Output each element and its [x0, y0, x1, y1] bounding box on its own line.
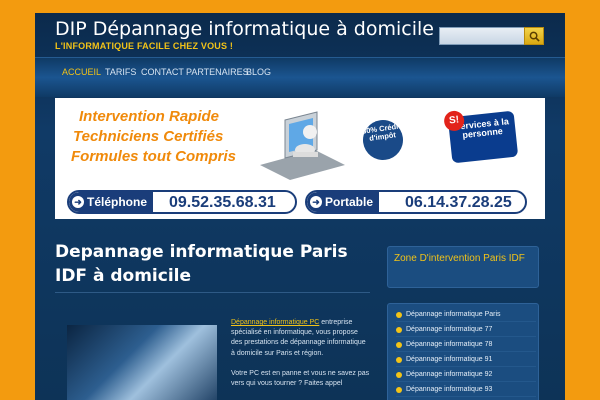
- intro-paragraph-2: Votre PC est en panne et vous ne savez p…: [231, 369, 370, 388]
- phone-label: ➜ Téléphone: [69, 192, 154, 212]
- computer-photo: [67, 325, 217, 400]
- sidebar-item-93[interactable]: Dépannage informatique 93: [396, 383, 536, 397]
- nav-item-partenaires[interactable]: PARTENAIRES: [186, 67, 249, 77]
- promo-banner[interactable]: Intervention Rapide Techniciens Certifié…: [55, 98, 545, 219]
- search-input[interactable]: [439, 27, 525, 45]
- bullet-icon: [396, 342, 402, 348]
- mobile-number: 06.14.37.28.25: [405, 194, 512, 211]
- bullet-icon: [396, 312, 402, 318]
- main-nav: ACCUEIL TARIFS CONTACT PARTENAIRES BLOG: [35, 57, 565, 97]
- sidebar-item-paris[interactable]: Dépannage informatique Paris: [396, 308, 536, 322]
- search-icon: [529, 31, 540, 42]
- bullet-icon: [396, 327, 402, 333]
- bullet-icon: [396, 357, 402, 363]
- page-container: DIP Dépannage informatique à domicile L'…: [35, 13, 565, 400]
- tax-credit-badge: 50% Crédit d'impôt: [360, 117, 406, 163]
- arrow-icon: ➜: [72, 196, 84, 208]
- sidebar-item-78[interactable]: Dépannage informatique 78: [396, 338, 536, 352]
- nav-item-blog[interactable]: BLOG: [246, 67, 271, 77]
- banner-line-3: Formules tout Compris: [71, 148, 237, 165]
- site-tagline: L'INFORMATIQUE FACILE CHEZ VOUS !: [55, 41, 234, 51]
- phone-number: 09.52.35.68.31: [169, 194, 276, 211]
- sidebar-link-list: Dépannage informatique Paris Dépannage i…: [387, 303, 539, 400]
- mobile-strip[interactable]: ➜ Portable 06.14.37.28.25: [305, 190, 527, 214]
- sidebar-item-77[interactable]: Dépannage informatique 77: [396, 323, 536, 337]
- nav-item-accueil[interactable]: ACCUEIL: [62, 67, 101, 77]
- bullet-icon: [396, 387, 402, 393]
- banner-line-1: Intervention Rapide: [79, 108, 220, 125]
- sidebar-item-91[interactable]: Dépannage informatique 91: [396, 353, 536, 367]
- bullet-icon: [396, 372, 402, 378]
- banner-line-2: Techniciens Certifiés: [73, 128, 224, 145]
- laptop-mascot-illustration: [260, 111, 345, 180]
- nav-item-tarifs[interactable]: TARIFS: [105, 67, 136, 77]
- sidebar-widget-title: Zone D'intervention Paris IDF: [387, 246, 539, 288]
- intro-paragraph-1: Dépannage informatique PC entreprise spé…: [231, 319, 366, 357]
- title-divider: [55, 292, 370, 293]
- search-button[interactable]: [524, 27, 544, 45]
- search-form: [439, 27, 544, 45]
- services-badge: S! Services à la personne: [443, 109, 519, 164]
- intro-link[interactable]: Dépannage informatique PC: [231, 319, 319, 326]
- nav-item-contact[interactable]: CONTACT: [141, 67, 184, 77]
- mobile-label: ➜ Portable: [307, 192, 380, 212]
- phone-strip[interactable]: ➜ Téléphone 09.52.35.68.31: [67, 190, 297, 214]
- sidebar-item-92[interactable]: Dépannage informatique 92: [396, 368, 536, 382]
- arrow-icon: ➜: [310, 196, 322, 208]
- intro-text: Dépannage informatique PC entreprise spé…: [231, 318, 371, 389]
- page-title: Depannage informatique Paris IDF à domic…: [55, 242, 348, 286]
- site-title[interactable]: DIP Dépannage informatique à domicile: [55, 18, 434, 40]
